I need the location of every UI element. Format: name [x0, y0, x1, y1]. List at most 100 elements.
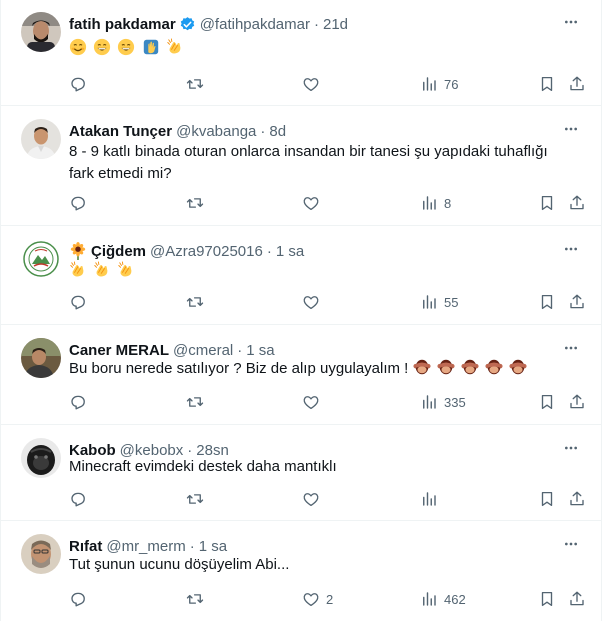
tweet[interactable]: Kabob @kebobx · 28sn Minecraft evimdeki …: [1, 426, 601, 521]
share-button[interactable]: [568, 74, 586, 94]
author-handle[interactable]: @cmeral: [173, 342, 233, 359]
more-options-icon[interactable]: [563, 440, 579, 456]
like-button[interactable]: [302, 193, 326, 213]
author-name[interactable]: Caner MERAL: [69, 342, 169, 359]
see-no-evil-monkey-icon: [437, 358, 455, 376]
author-name[interactable]: Rıfat: [69, 538, 102, 555]
more-options-icon[interactable]: [563, 536, 579, 552]
share-button[interactable]: [568, 193, 586, 213]
retweet-button[interactable]: [186, 489, 210, 509]
reply-button[interactable]: [69, 292, 93, 312]
see-no-evil-monkey-icon: [509, 358, 527, 376]
tweet-text: Minecraft evimdeki destek daha mantıklı: [69, 458, 337, 475]
bookmark-button[interactable]: [538, 74, 556, 94]
tweet-header: Rıfat @mr_merm · 1 sa: [69, 536, 551, 556]
author-name[interactable]: Atakan Tunçer: [69, 123, 172, 140]
tweet-text-content: Bu boru nerede satılıyor ? Biz de alıp u…: [69, 360, 409, 377]
views-button[interactable]: 76: [420, 74, 458, 94]
author-handle[interactable]: @kvabanga: [176, 123, 256, 140]
tweet-actions: 8: [69, 193, 589, 213]
tweet-actions: 2 462: [69, 589, 589, 609]
avatar[interactable]: [21, 12, 61, 52]
tweet-actions: 76: [69, 74, 589, 94]
timestamp[interactable]: 1 sa: [276, 243, 304, 260]
like-button[interactable]: [302, 392, 326, 412]
tweet-header: Atakan Tunçer @kvabanga · 8d: [69, 121, 551, 141]
avatar[interactable]: [21, 438, 61, 478]
retweet-button[interactable]: [186, 193, 210, 213]
more-options-icon[interactable]: [563, 340, 579, 356]
retweet-button[interactable]: [186, 74, 210, 94]
author-handle[interactable]: @mr_merm: [106, 538, 185, 555]
retweet-button[interactable]: [186, 589, 210, 609]
tweet-header: fatih pakdamar @fatihpakdamar · 21d: [69, 14, 551, 34]
views-button[interactable]: 55: [420, 292, 458, 312]
avatar[interactable]: [21, 239, 61, 279]
avatar[interactable]: [21, 338, 61, 378]
separator: ·: [266, 242, 272, 260]
like-button[interactable]: [302, 489, 326, 509]
views-button[interactable]: [420, 489, 444, 509]
share-button[interactable]: [568, 589, 586, 609]
tweet[interactable]: Çiğdem @Azra97025016 · 1 sa 55: [1, 227, 601, 325]
grinning-face-icon: [93, 38, 111, 56]
timestamp[interactable]: 21d: [323, 16, 348, 33]
sunflower-icon: [69, 242, 87, 260]
more-options-icon[interactable]: [563, 14, 579, 30]
like-button[interactable]: [302, 292, 326, 312]
views-count: 335: [444, 394, 466, 410]
views-count: 76: [444, 76, 459, 92]
author-handle[interactable]: @Azra97025016: [150, 243, 263, 260]
more-options-icon[interactable]: [563, 121, 579, 137]
tweet[interactable]: fatih pakdamar @fatihpakdamar · 21d 76: [1, 0, 601, 106]
tweet[interactable]: Caner MERAL @cmeral · 1 sa Bu boru nered…: [1, 326, 601, 425]
views-button[interactable]: 335: [420, 392, 466, 412]
clapping-hands-icon: [117, 261, 135, 279]
tweet[interactable]: Atakan Tunçer @kvabanga · 8d 8 - 9 katlı…: [1, 107, 601, 226]
more-options-icon[interactable]: [563, 241, 579, 257]
author-name[interactable]: Çiğdem: [91, 243, 146, 260]
bookmark-button[interactable]: [538, 589, 556, 609]
views-count: 462: [444, 591, 466, 607]
tweet-header: Çiğdem @Azra97025016 · 1 sa: [69, 241, 551, 261]
avatar[interactable]: [21, 534, 61, 574]
views-button[interactable]: 462: [420, 589, 466, 609]
tweet[interactable]: Rıfat @mr_merm · 1 sa Tut şunun ucunu dö…: [1, 522, 601, 621]
bookmark-button[interactable]: [538, 392, 556, 412]
tweet-text: Tut şunun ucunu döşüyelim Abi...: [69, 556, 290, 573]
see-no-evil-monkey-icon: [412, 358, 431, 376]
views-count: 8: [444, 195, 452, 211]
tweet-text: [69, 38, 571, 60]
bookmark-button[interactable]: [538, 193, 556, 213]
tweet-header: Caner MERAL @cmeral · 1 sa: [69, 340, 551, 360]
author-handle[interactable]: @fatihpakdamar: [200, 16, 310, 33]
bookmark-button[interactable]: [538, 292, 556, 312]
reply-button[interactable]: [69, 74, 93, 94]
author-name[interactable]: fatih pakdamar: [69, 16, 176, 33]
reply-button[interactable]: [69, 193, 93, 213]
like-button[interactable]: [302, 74, 326, 94]
timestamp[interactable]: 1 sa: [199, 538, 227, 555]
tweet-text: Bu boru nerede satılıyor ? Biz de alıp u…: [69, 358, 571, 380]
views-button[interactable]: 8: [420, 193, 451, 213]
clapping-hands-icon: [166, 38, 184, 56]
retweet-button[interactable]: [186, 392, 210, 412]
reply-button[interactable]: [69, 392, 93, 412]
reply-button[interactable]: [69, 589, 93, 609]
share-button[interactable]: [568, 292, 586, 312]
verified-badge-icon: [179, 16, 196, 33]
reply-button[interactable]: [69, 489, 93, 509]
bookmark-button[interactable]: [538, 489, 556, 509]
avatar[interactable]: [21, 119, 61, 159]
tweet-text: [69, 261, 571, 283]
timestamp[interactable]: 1 sa: [246, 342, 274, 359]
see-no-evil-monkey-icon: [461, 358, 479, 376]
tweet-actions: 55: [69, 292, 589, 312]
grinning-face-icon: [117, 38, 135, 56]
separator: ·: [189, 537, 195, 555]
retweet-button[interactable]: [186, 292, 210, 312]
share-button[interactable]: [568, 392, 586, 412]
share-button[interactable]: [568, 489, 586, 509]
timestamp[interactable]: 8d: [269, 123, 286, 140]
like-button[interactable]: 2: [302, 589, 333, 609]
